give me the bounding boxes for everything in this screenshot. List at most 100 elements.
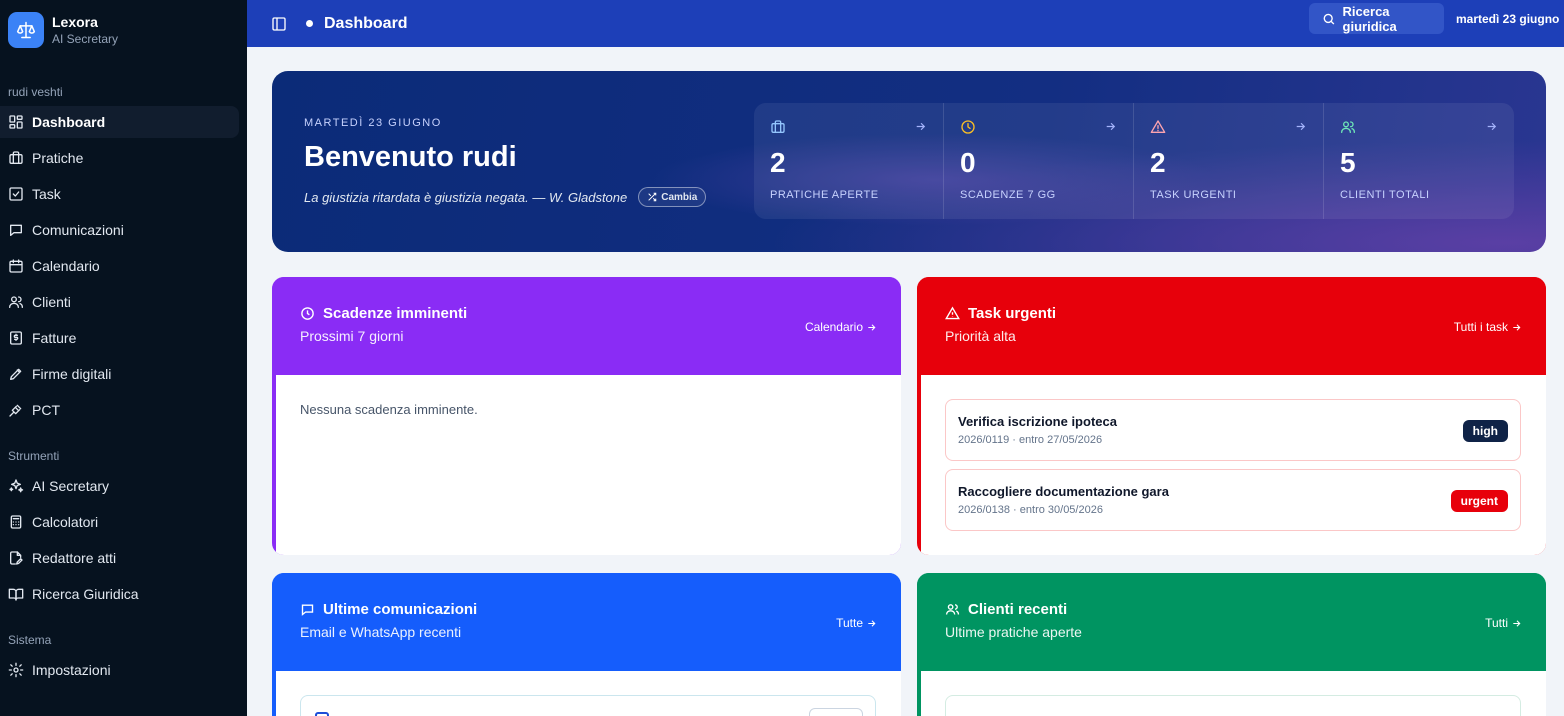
sidebar-item-clienti[interactable]: Clienti — [0, 286, 239, 318]
recent-clients-card: Clienti recenti Ultime pratiche aperte T… — [917, 573, 1546, 716]
communications-subtitle: Email e WhatsApp recenti — [300, 624, 462, 640]
arrow-right-icon — [1104, 120, 1117, 133]
deadlines-title-text: Scadenze imminenti — [323, 305, 468, 322]
sidebar-item-firme-digitali[interactable]: Firme digitali — [0, 358, 239, 390]
urgent-tasks-subtitle: Priorità alta — [945, 328, 1016, 344]
mail-icon — [315, 712, 329, 716]
urgent-tasks-title-text: Task urgenti — [968, 305, 1057, 322]
sidebar-item-label: Dashboard — [32, 114, 106, 130]
communication-item[interactable] — [300, 695, 876, 716]
change-quote-label: Cambia — [661, 191, 698, 203]
brand[interactable]: Lexora AI Secretary — [0, 0, 247, 60]
sidebar-item-label: Ricerca Giuridica — [32, 586, 139, 602]
hero-title: Benvenuto rudi — [304, 141, 517, 173]
sidebar-item-calcolatori[interactable]: Calcolatori — [0, 506, 239, 538]
stat-clienti-totali[interactable]: 5 CLIENTI TOTALI — [1324, 103, 1514, 219]
brand-name: Lexora — [52, 14, 98, 30]
sidebar-item-pratiche[interactable]: Pratiche — [0, 142, 239, 174]
all-communications-link-label: Tutte — [836, 616, 863, 630]
document-edit-icon — [8, 550, 24, 566]
recent-clients-title: Clienti recenti — [945, 601, 1067, 618]
top-bar: Dashboard Ricerca giuridica martedì 23 g… — [247, 0, 1564, 47]
communications-card: Ultime comunicazioni Email e WhatsApp re… — [272, 573, 901, 716]
checkbox-icon — [8, 186, 24, 202]
sidebar-item-label: Clienti — [32, 294, 71, 310]
empty-deadlines-text: Nessuna scadenza imminente. — [300, 402, 478, 417]
top-date: martedì 23 giugno — [1456, 12, 1560, 26]
sidebar-item-label: Task — [32, 186, 61, 202]
arrow-right-icon — [1485, 120, 1498, 133]
dashboard-icon — [8, 114, 24, 130]
sidebar-item-label: PCT — [32, 402, 60, 418]
invoice-icon — [8, 330, 24, 346]
communications-title: Ultime comunicazioni — [300, 601, 477, 618]
task-item[interactable]: Raccogliere documentazione gara 2026/0138… — [945, 469, 1521, 531]
all-tasks-link[interactable]: Tutti i task — [1454, 320, 1522, 334]
sidebar-main-nav: Dashboard Pratiche Task Comunicazioni Calend… — [0, 106, 247, 426]
stat-value: 0 — [960, 147, 976, 178]
arrow-right-icon — [1513, 619, 1521, 627]
stat-label: CLIENTI TOTALI — [1340, 189, 1430, 201]
sidebar-item-pct[interactable]: PCT — [0, 394, 239, 426]
priority-badge: urgent — [1450, 490, 1508, 512]
search-icon — [1323, 13, 1335, 25]
all-clients-link[interactable]: Tutti — [1485, 616, 1522, 630]
sidebar-item-dashboard[interactable]: Dashboard — [0, 106, 239, 138]
sidebar-item-label: Fatture — [32, 330, 77, 346]
stat-value: 5 — [1340, 147, 1356, 178]
legal-search-label: Ricerca giuridica — [1342, 3, 1397, 34]
users-icon — [1340, 119, 1356, 135]
briefcase-icon — [770, 119, 786, 135]
shuffle-icon — [648, 192, 657, 202]
sidebar-item-task[interactable]: Task — [0, 178, 239, 210]
recent-clients-title-text: Clienti recenti — [968, 601, 1068, 618]
alert-icon — [945, 306, 960, 320]
sidebar-item-label: Calendario — [32, 258, 100, 274]
gear-icon — [8, 662, 24, 678]
stat-label: TASK URGENTI — [1150, 189, 1237, 201]
clock-icon — [960, 119, 976, 135]
users-icon — [8, 294, 24, 310]
sidebar-item-label: Comunicazioni — [32, 222, 124, 238]
client-item[interactable] — [945, 695, 1521, 716]
sidebar-item-label: Calcolatori — [32, 514, 99, 530]
arrow-right-icon — [914, 120, 927, 133]
stat-pratiche-aperte[interactable]: 2 PRATICHE APERTE — [754, 103, 944, 219]
pen-icon — [8, 366, 24, 382]
calendar-icon — [8, 258, 24, 274]
task-meta: 2026/0119 · entro 27/05/2026 — [958, 434, 1103, 446]
welcome-hero: MARTEDÌ 23 GIUGNO Benvenuto rudi La gius… — [272, 71, 1546, 252]
task-item[interactable]: Verifica iscrizione ipoteca 2026/0119 · e… — [945, 399, 1521, 461]
change-quote-button[interactable]: Cambia — [638, 187, 707, 207]
arrow-right-icon — [1294, 120, 1307, 133]
sidebar-item-fatture[interactable]: Fatture — [0, 322, 239, 354]
all-communications-link[interactable]: Tutte — [836, 616, 877, 630]
sidebar-item-comunicazioni[interactable]: Comunicazioni — [0, 214, 239, 246]
sidebar-tools-label: Strumenti — [8, 449, 60, 463]
sidebar-item-impostazioni[interactable]: Impostazioni — [0, 654, 239, 686]
deadlines-card-header: Scadenze imminenti Prossimi 7 giorni Cal… — [272, 277, 901, 375]
communications-card-body — [276, 671, 901, 716]
brand-subtitle: AI Secretary — [52, 32, 119, 46]
sidebar-system-label: Sistema — [8, 633, 52, 647]
stat-value: 2 — [1150, 147, 1166, 178]
users-icon — [945, 604, 960, 615]
sidebar-item-redattore-atti[interactable]: Redattore atti — [0, 542, 239, 574]
legal-search-button[interactable]: Ricerca giuridica — [1309, 3, 1444, 34]
sidebar-item-ricerca-giuridica[interactable]: Ricerca Giuridica — [0, 578, 239, 610]
sidebar-toggle-icon[interactable] — [271, 16, 287, 32]
sidebar-item-ai-secretary[interactable]: AI Secretary — [0, 470, 239, 502]
urgent-tasks-card: Task urgenti Priorità alta Tutti i task … — [917, 277, 1546, 555]
gavel-icon — [8, 402, 24, 418]
stat-scadenze-7-gg[interactable]: 0 SCADENZE 7 GG — [944, 103, 1134, 219]
stat-task-urgenti[interactable]: 2 TASK URGENTI — [1134, 103, 1324, 219]
urgent-tasks-card-body: Verifica iscrizione ipoteca 2026/0119 · e… — [921, 375, 1546, 555]
stat-value: 2 — [770, 147, 786, 178]
calendar-link[interactable]: Calendario — [805, 320, 877, 334]
sidebar-item-calendario[interactable]: Calendario — [0, 250, 239, 282]
urgent-tasks-title: Task urgenti — [945, 305, 1056, 322]
arrow-right-icon — [868, 619, 876, 627]
page-title: Dashboard — [324, 14, 408, 32]
calculator-icon — [8, 514, 24, 530]
sidebar-item-label: AI Secretary — [32, 478, 110, 494]
